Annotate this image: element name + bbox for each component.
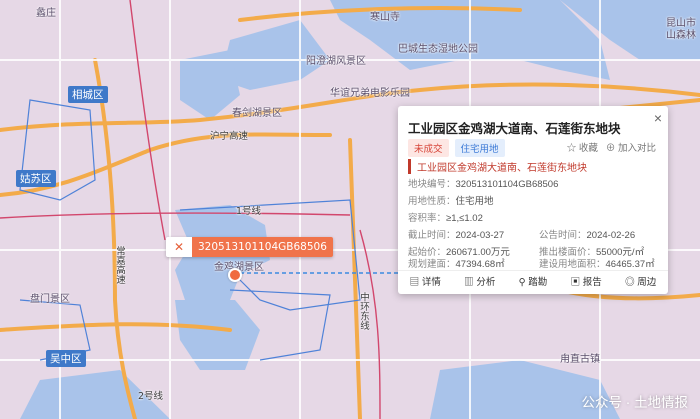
- card-footer: ▤ 详情 ▥ 分析 ⚲ 踏勘 ▣ 报告 ◎ 周边: [398, 274, 668, 288]
- label-senlin: 山森林: [666, 30, 696, 41]
- label-hanshansi: 寒山寺: [370, 12, 400, 23]
- land-use-badge: 住宅用地: [454, 139, 505, 157]
- card-subtitle: 工业园区金鸡湖大道南、石莲街东地块: [408, 159, 587, 174]
- card-actions: ☆ 收藏 ⊕ 加入对比: [567, 140, 656, 154]
- label-chunjianhu: 春剑湖景区: [232, 108, 282, 119]
- label-huning-highway: 沪宁高速: [210, 131, 249, 142]
- compare-button[interactable]: ⊕ 加入对比: [606, 140, 656, 154]
- plot-id-tag[interactable]: ✕ 320513101104GB68506: [166, 237, 333, 257]
- field-far: 容积率：≥1,≤1.02: [408, 213, 483, 224]
- status-badge: 未成交: [408, 139, 449, 157]
- field-plot-no: 地块编号：320513101104GB68506: [408, 179, 559, 190]
- plot-id: 320513101104GB68506: [192, 237, 333, 257]
- plot-location-pin[interactable]: [228, 268, 242, 282]
- field-deadline: 截止时间：2024-03-27: [408, 230, 505, 241]
- label-yangcheng-scenic: 阳澄湖风景区: [306, 56, 366, 67]
- plot-marker-icon: ✕: [166, 237, 192, 257]
- watermark: 公众号 · 土地情报: [581, 395, 689, 410]
- plot-info-card: × 工业园区金鸡湖大道南、石莲街东地块 未成交 住宅用地 ☆ 收藏 ⊕ 加入对比…: [398, 106, 668, 294]
- nearby-button[interactable]: ◎ 周边: [625, 274, 656, 288]
- district-xiangcheng: 相城区: [68, 86, 108, 103]
- label-xiaozhuang: 蠡庄: [36, 8, 56, 19]
- field-announce: 公告时间：2024-02-26: [539, 230, 636, 241]
- survey-button[interactable]: ⚲ 踏勘: [519, 274, 548, 288]
- label-yongzhi: 甪直古镇: [560, 354, 600, 365]
- label-bacheng-park: 巴城生态湿地公园: [398, 44, 478, 55]
- label-panmen: 盘门景区: [30, 294, 70, 305]
- analysis-button[interactable]: ▥ 分析: [464, 274, 495, 288]
- badge-group: 未成交 住宅用地: [408, 139, 505, 157]
- field-plan-area: 规划建面：47394.68㎡: [408, 259, 505, 270]
- favorite-button[interactable]: ☆ 收藏: [567, 140, 598, 154]
- report-button[interactable]: ▣ 报告: [571, 274, 602, 288]
- card-title: 工业园区金鸡湖大道南、石莲街东地块: [408, 122, 621, 136]
- label-line2: 2号线: [138, 391, 164, 402]
- field-land-use: 用地性质：住宅用地: [408, 196, 494, 207]
- district-wuzhong: 吴中区: [46, 350, 86, 367]
- card-divider: [398, 270, 668, 271]
- label-line1: 1号线: [236, 206, 262, 217]
- district-gusu: 姑苏区: [16, 170, 56, 187]
- label-zhonghuan-east: 中环东线: [358, 292, 369, 330]
- label-changjia: 常嘉高速: [114, 246, 125, 284]
- detail-button[interactable]: ▤ 详情: [410, 274, 441, 288]
- field-site-area: 建设用地面积：46465.37㎡: [539, 259, 655, 270]
- label-huaxiang: 华谊兄弟电影乐园: [330, 88, 410, 99]
- close-icon[interactable]: ×: [654, 110, 662, 126]
